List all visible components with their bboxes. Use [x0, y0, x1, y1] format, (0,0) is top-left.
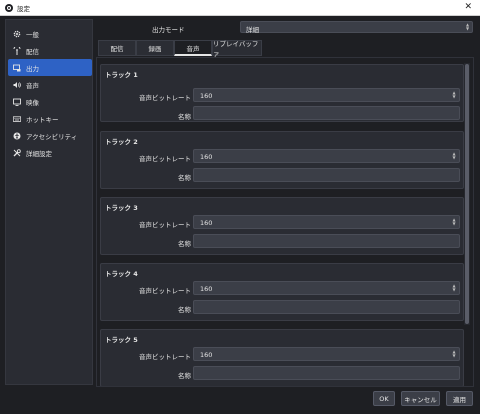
window-title: 設定 — [17, 5, 30, 13]
title-bar: 設定 ✕ — [0, 0, 480, 16]
track-group: トラック 5 音声ビットレート 160 ▲ ▼ 名称 — [100, 329, 464, 386]
track-group: トラック 2 音声ビットレート 160 ▲ ▼ 名称 — [100, 131, 464, 189]
bitrate-select[interactable]: 160 ▲ ▼ — [193, 149, 460, 163]
keyboard-icon — [13, 115, 21, 123]
bitrate-select[interactable]: 160 ▲ ▼ — [193, 88, 460, 102]
bitrate-label: 音声ビットレート — [139, 155, 191, 163]
tab-label: 録画 — [148, 45, 162, 53]
output-mode-label: 出力モード — [152, 26, 185, 34]
cancel-button[interactable]: キャンセル — [401, 391, 440, 406]
name-label: 名称 — [178, 174, 191, 182]
close-icon[interactable]: ✕ — [464, 2, 472, 12]
sidebar-item-label: 配信 — [26, 47, 39, 56]
track-title: トラック 4 — [105, 270, 138, 278]
bitrate-label: 音声ビットレート — [139, 221, 191, 229]
track-title: トラック 2 — [105, 138, 138, 146]
name-label: 名称 — [178, 113, 191, 121]
track-name-input[interactable] — [193, 234, 460, 248]
settings-sidebar: 一般 配信 出力 音声 映像 ホットキー アクセシビリティ 詳細設定 — [5, 19, 93, 385]
bitrate-label: 音声ビットレート — [139, 287, 191, 295]
track-name-input[interactable] — [193, 168, 460, 182]
bitrate-select[interactable]: 160 ▲ ▼ — [193, 347, 460, 361]
tab-recording[interactable]: 録画 — [136, 40, 174, 56]
sidebar-item-accessibility[interactable]: アクセシビリティ — [8, 127, 92, 144]
sidebar-item-advanced[interactable]: 詳細設定 — [8, 144, 92, 161]
chevron-updown-icon: ▲ ▼ — [452, 217, 456, 226]
tab-label: リプレイバッファ — [213, 40, 259, 58]
sidebar-item-stream[interactable]: 配信 — [8, 42, 92, 59]
monitor-icon — [13, 98, 21, 106]
sidebar-item-hotkeys[interactable]: ホットキー — [8, 110, 92, 127]
chevron-updown-icon: ▲ ▼ — [452, 349, 456, 358]
tab-audio[interactable]: 音声 — [174, 40, 212, 56]
audio-tracks-panel: トラック 1 音声ビットレート 160 ▲ ▼ 名称 トラック 2 音声ビットレー… — [96, 57, 474, 387]
name-label: 名称 — [178, 372, 191, 380]
bitrate-label: 音声ビットレート — [139, 353, 191, 361]
track-name-input[interactable] — [193, 106, 460, 120]
tab-label: 音声 — [186, 44, 200, 53]
bitrate-select[interactable]: 160 ▲ ▼ — [193, 281, 460, 295]
accessibility-icon — [13, 132, 21, 140]
chevron-updown-icon: ▲ ▼ — [465, 22, 470, 31]
chevron-updown-icon: ▲ ▼ — [452, 90, 456, 99]
sidebar-item-label: 映像 — [26, 98, 39, 107]
bitrate-label: 音声ビットレート — [139, 94, 191, 102]
sidebar-item-label: 出力 — [26, 64, 39, 73]
tab-replay-buffer[interactable]: リプレイバッファ — [212, 40, 262, 58]
track-title: トラック 5 — [105, 336, 138, 344]
bitrate-select[interactable]: 160 ▲ ▼ — [193, 215, 460, 229]
sidebar-item-output[interactable]: 出力 — [8, 59, 92, 76]
scrollbar-thumb[interactable] — [465, 64, 469, 324]
chevron-updown-icon: ▲ ▼ — [452, 283, 456, 292]
bitrate-value: 160 — [200, 219, 213, 227]
ok-button-label: OK — [379, 394, 389, 403]
track-name-input[interactable] — [193, 366, 460, 380]
ok-button[interactable]: OK — [373, 391, 395, 406]
tab-label: 配信 — [110, 45, 124, 53]
output-mode-select[interactable]: 詳細 ▲ ▼ — [240, 21, 473, 34]
speaker-icon — [13, 81, 21, 89]
sidebar-item-label: アクセシビリティ — [26, 132, 78, 141]
bitrate-value: 160 — [200, 92, 213, 100]
cancel-button-label: キャンセル — [404, 395, 437, 404]
sidebar-item-label: 音声 — [26, 81, 39, 90]
sidebar-item-label: 一般 — [26, 30, 39, 39]
track-title: トラック 1 — [105, 71, 138, 79]
name-label: 名称 — [178, 240, 191, 248]
track-group: トラック 4 音声ビットレート 160 ▲ ▼ 名称 — [100, 263, 464, 321]
apply-button[interactable]: 適用 — [446, 391, 473, 406]
sidebar-item-general[interactable]: 一般 — [8, 25, 92, 42]
sidebar-item-audio[interactable]: 音声 — [8, 76, 92, 93]
sidebar-item-video[interactable]: 映像 — [8, 93, 92, 110]
broadcast-icon — [13, 46, 21, 55]
track-group: トラック 3 音声ビットレート 160 ▲ ▼ 名称 — [100, 197, 464, 255]
track-name-input[interactable] — [193, 300, 460, 314]
chevron-updown-icon: ▲ ▼ — [452, 151, 456, 160]
sidebar-item-label: ホットキー — [26, 115, 59, 124]
bitrate-value: 160 — [200, 351, 213, 359]
gear-icon — [13, 30, 21, 38]
track-group: トラック 1 音声ビットレート 160 ▲ ▼ 名称 — [100, 64, 464, 122]
tab-stream[interactable]: 配信 — [98, 40, 136, 56]
output-icon — [13, 64, 21, 72]
apply-button-label: 適用 — [453, 395, 466, 404]
track-title: トラック 3 — [105, 204, 138, 212]
name-label: 名称 — [178, 306, 191, 314]
output-mode-value: 詳細 — [246, 26, 259, 34]
obs-logo-icon — [5, 4, 13, 12]
bitrate-value: 160 — [200, 153, 213, 161]
bitrate-value: 160 — [200, 285, 213, 293]
sidebar-item-label: 詳細設定 — [26, 149, 52, 158]
tools-icon — [13, 148, 21, 157]
